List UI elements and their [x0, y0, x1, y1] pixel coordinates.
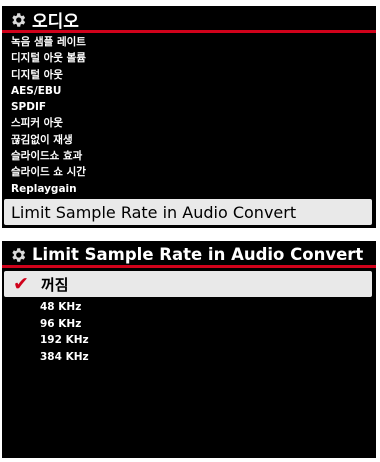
option-48khz[interactable]: 48 KHz [2, 299, 376, 316]
menu-item-gapless-play[interactable]: 끊김없이 재생 [2, 132, 376, 148]
limit-sample-rate-panel: Limit Sample Rate in Audio Convert ✔ 꺼짐 … [2, 241, 376, 458]
menu-item-spdif[interactable]: SPDIF [2, 99, 376, 115]
page-title: 오디오 [32, 12, 79, 32]
audio-menu-header: 오디오 [2, 6, 376, 33]
option-off-label: 꺼짐 [41, 275, 69, 294]
option-192khz[interactable]: 192 KHz [2, 332, 376, 349]
check-icon: ✔ [13, 273, 29, 295]
selected-item-label: Limit Sample Rate in Audio Convert [11, 202, 297, 222]
menu-item-digital-out-volume[interactable]: 디지털 아웃 볼륨 [2, 50, 376, 66]
header-divider [2, 265, 376, 268]
submenu-title: Limit Sample Rate in Audio Convert [32, 245, 364, 264]
option-384khz[interactable]: 384 KHz [2, 349, 376, 366]
menu-item-slideshow-effect[interactable]: 슬라이드쇼 효과 [2, 148, 376, 164]
audio-menu-panel: 오디오 녹음 샘플 레이트 디지털 아웃 볼륨 디지털 아웃 AES/EBU S… [2, 6, 376, 228]
gear-icon [8, 10, 28, 30]
sample-rate-options: 48 KHz 96 KHz 192 KHz 384 KHz [2, 299, 376, 365]
audio-settings-list: 녹음 샘플 레이트 디지털 아웃 볼륨 디지털 아웃 AES/EBU SPDIF… [2, 34, 376, 197]
header-divider [2, 30, 376, 33]
option-96khz[interactable]: 96 KHz [2, 316, 376, 333]
menu-item-digital-out[interactable]: 디지털 아웃 [2, 67, 376, 83]
menu-item-record-sample-rate[interactable]: 녹음 샘플 레이트 [2, 34, 376, 50]
menu-item-slideshow-time[interactable]: 슬라이드 쇼 시간 [2, 164, 376, 180]
gear-icon [8, 245, 28, 265]
menu-item-replaygain[interactable]: Replaygain [2, 181, 376, 197]
menu-item-speaker-out[interactable]: 스피커 아웃 [2, 115, 376, 131]
submenu-header: Limit Sample Rate in Audio Convert [2, 241, 376, 268]
menu-item-limit-sample-rate[interactable]: Limit Sample Rate in Audio Convert [4, 199, 372, 225]
option-off[interactable]: ✔ 꺼짐 [4, 271, 372, 297]
menu-item-aes-ebu[interactable]: AES/EBU [2, 83, 376, 99]
